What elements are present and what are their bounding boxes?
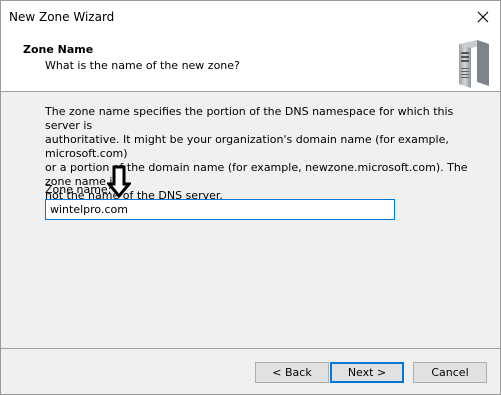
window-title: New Zone Wizard [9, 10, 115, 24]
next-button[interactable]: Next > [330, 362, 404, 383]
page-subtitle: What is the name of the new zone? [45, 59, 240, 72]
wizard-window: New Zone Wizard Zone Name What is the na… [0, 0, 501, 395]
cancel-button[interactable]: Cancel [413, 362, 487, 383]
back-button[interactable]: < Back [255, 362, 329, 383]
close-button[interactable] [466, 1, 500, 33]
title-bar: New Zone Wizard [1, 1, 500, 33]
down-arrow-icon [107, 165, 131, 199]
close-icon [477, 11, 489, 23]
description-line: The zone name specifies the portion of t… [45, 105, 454, 132]
wizard-header: Zone Name What is the name of the new zo… [1, 33, 500, 92]
zone-name-label: Zone name: [45, 183, 112, 196]
description-line: authoritative. It might be your organiza… [45, 133, 449, 160]
footer-divider [1, 348, 500, 349]
server-icon [459, 40, 489, 88]
page-title: Zone Name [23, 43, 94, 56]
zone-name-input[interactable] [45, 199, 395, 220]
